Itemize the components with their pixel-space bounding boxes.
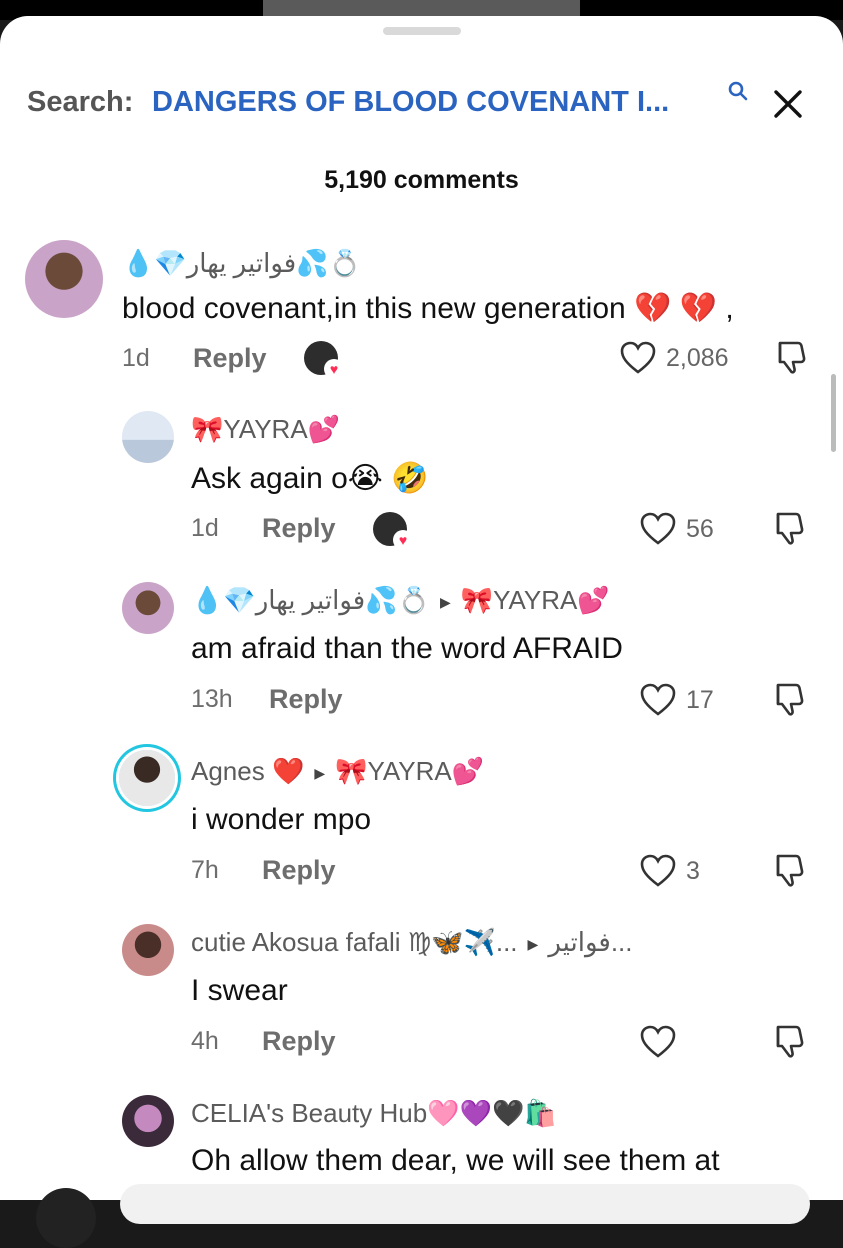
dislike-icon[interactable] — [770, 852, 806, 888]
dislike-icon[interactable] — [770, 1023, 806, 1059]
like-count: 56 — [686, 515, 714, 543]
comment-time: 1d — [191, 514, 219, 542]
heart-icon[interactable] — [640, 1025, 676, 1059]
comment-author[interactable]: 💧💎فواتير يهار💦💍 ▶ 🎀YAYRA💕 — [191, 585, 610, 616]
search-label: Search: — [27, 86, 134, 118]
heart-icon: ♥ — [324, 359, 344, 379]
creator-liked-avatar: ♥ — [304, 341, 344, 379]
reply-to-name[interactable]: فواتير... — [548, 927, 632, 957]
author-name[interactable]: 💧💎فواتير يهار💦💍 — [191, 585, 430, 615]
creator-liked-avatar: ♥ — [373, 512, 413, 550]
avatar[interactable] — [119, 750, 175, 806]
heart-icon[interactable] — [640, 683, 676, 717]
author-name[interactable]: Agnes ❤️ — [191, 756, 304, 786]
like-count: 3 — [686, 857, 700, 885]
reply-arrow-icon: ▶ — [439, 593, 451, 610]
avatar[interactable] — [122, 411, 174, 463]
comment-input[interactable] — [120, 1184, 810, 1224]
close-icon[interactable] — [768, 84, 808, 124]
dislike-icon[interactable] — [770, 681, 806, 717]
avatar[interactable] — [122, 1095, 174, 1147]
avatar[interactable] — [122, 924, 174, 976]
reply-button[interactable]: Reply — [269, 684, 343, 715]
reply-button[interactable]: Reply — [262, 855, 336, 886]
comments-sheet: Search: DANGERS OF BLOOD COVENANT I... 5… — [0, 16, 843, 1200]
comment-author[interactable]: Agnes ❤️ ▶ 🎀YAYRA💕 — [191, 756, 484, 787]
comment-author[interactable]: cutie Akosua fafali ♍🦋✈️... ▶ فواتير... — [191, 927, 633, 958]
comments-count: 5,190 comments — [324, 166, 519, 194]
like-count: 17 — [686, 686, 714, 714]
comment-text: i wonder mpo — [191, 803, 372, 836]
reply-arrow-icon: ▶ — [527, 935, 539, 952]
like-count: 2,086 — [666, 344, 729, 372]
composer-avatar — [36, 1188, 96, 1248]
drag-handle[interactable] — [383, 27, 461, 35]
comment-author[interactable]: 🎀YAYRA💕 — [191, 414, 340, 445]
comment-text: I swear — [191, 974, 288, 1007]
avatar[interactable] — [25, 240, 103, 318]
reply-to-name[interactable]: 🎀YAYRA💕 — [335, 756, 484, 786]
scrollbar[interactable] — [831, 374, 836, 452]
reply-arrow-icon: ▶ — [314, 764, 326, 781]
heart-icon[interactable] — [620, 341, 656, 375]
reply-button[interactable]: Reply — [262, 1026, 336, 1057]
heart-icon: ♥ — [393, 530, 413, 550]
comment-author[interactable]: 💧💎فواتير يهار💦💍 — [122, 248, 361, 279]
comment-text: am afraid than the word AFRAID — [191, 632, 623, 665]
search-icon[interactable] — [727, 80, 749, 102]
comment-time: 13h — [191, 685, 233, 713]
reply-button[interactable]: Reply — [193, 343, 267, 374]
avatar[interactable] — [122, 582, 174, 634]
dislike-icon[interactable] — [770, 510, 806, 546]
comment-text: Ask again o😭 🤣 — [191, 462, 429, 495]
search-term-link[interactable]: DANGERS OF BLOOD COVENANT I... — [152, 86, 669, 119]
comment-time: 1d — [122, 344, 150, 372]
dislike-icon[interactable] — [772, 339, 808, 375]
comment-author[interactable]: CELIA's Beauty Hub🩷💜🖤🛍️ — [191, 1098, 557, 1129]
author-name[interactable]: cutie Akosua fafali ♍🦋✈️... — [191, 927, 518, 957]
comment-time: 4h — [191, 1027, 219, 1055]
reply-to-name[interactable]: 🎀YAYRA💕 — [461, 585, 610, 615]
comment-time: 7h — [191, 856, 219, 884]
reply-button[interactable]: Reply — [262, 513, 336, 544]
comment-text: Oh allow them dear, we will see them at — [191, 1144, 720, 1177]
heart-icon[interactable] — [640, 512, 676, 546]
heart-icon[interactable] — [640, 854, 676, 888]
comment-text: blood covenant,in this new generation 💔 … — [122, 292, 734, 325]
